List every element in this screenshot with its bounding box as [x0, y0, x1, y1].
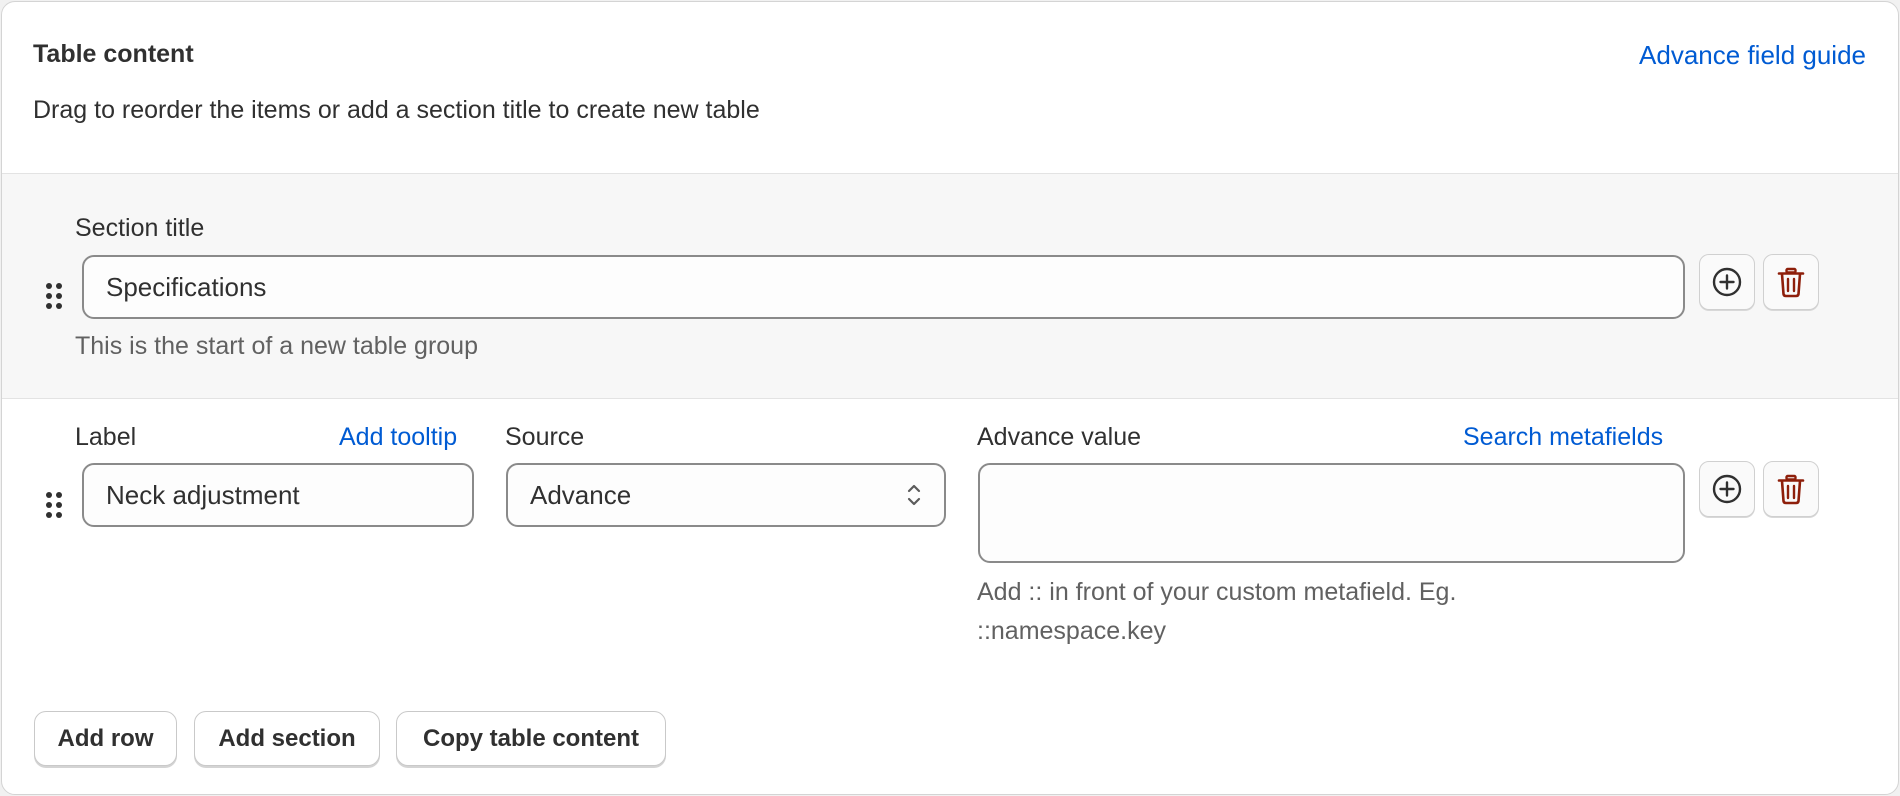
section-title-row: Section title Specifications This is the… [2, 173, 1898, 399]
trash-icon [1777, 474, 1805, 505]
card-description: Drag to reorder the items or add a secti… [33, 96, 760, 124]
advance-value-help: Add :: in front of your custom metafield… [977, 573, 1456, 651]
table-item-row: Label Add tooltip Neck adjustment Source… [2, 399, 1898, 679]
chevron-up-down-icon [907, 484, 921, 506]
add-item-button[interactable] [1699, 461, 1755, 517]
advance-value-title: Advance value [977, 423, 1142, 451]
plus-circle-icon [1712, 267, 1742, 297]
add-item-button[interactable] [1699, 254, 1755, 310]
table-content-card: Table content Advance field guide Drag t… [1, 1, 1899, 795]
trash-icon [1777, 267, 1805, 298]
advance-value-textarea[interactable] [978, 463, 1685, 563]
section-title-input[interactable]: Specifications [82, 255, 1685, 319]
card-header: Table content Advance field guide Drag t… [2, 2, 1898, 173]
add-section-button[interactable]: Add section [194, 711, 380, 766]
advance-value-help-line-1: Add :: in front of your custom metafield… [977, 578, 1457, 606]
drag-handle-icon[interactable] [46, 492, 62, 518]
add-row-button[interactable]: Add row [34, 711, 177, 766]
delete-item-button[interactable] [1763, 254, 1819, 310]
add-tooltip-link[interactable]: Add tooltip [339, 423, 457, 452]
source-select[interactable]: Advance [506, 463, 946, 527]
label-input[interactable]: Neck adjustment [82, 463, 474, 527]
label-field-title: Label [75, 423, 137, 451]
section-title-label: Section title [75, 214, 205, 242]
search-metafields-link[interactable]: Search metafields [1463, 423, 1663, 452]
advance-value-help-line-2: ::namespace.key [977, 617, 1166, 645]
drag-handle-icon[interactable] [46, 283, 62, 309]
source-field-title: Source [505, 423, 585, 451]
card-title: Table content [33, 40, 194, 68]
delete-item-button[interactable] [1763, 461, 1819, 517]
source-select-value: Advance [530, 479, 632, 510]
advance-field-guide-link[interactable]: Advance field guide [1639, 40, 1866, 71]
plus-circle-icon [1712, 474, 1742, 504]
copy-table-content-button[interactable]: Copy table content [396, 711, 666, 766]
section-title-help: This is the start of a new table group [75, 332, 478, 360]
